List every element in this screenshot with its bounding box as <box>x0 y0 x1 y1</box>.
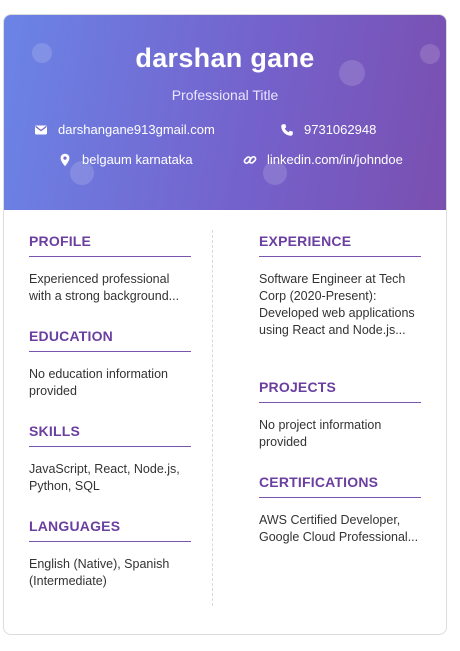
column-divider <box>212 230 213 606</box>
resume-card: darshan gane Professional Title darshang… <box>3 14 447 635</box>
link-icon <box>243 153 257 167</box>
section-text-experience: Software Engineer at Tech Corp (2020-Pre… <box>259 272 415 337</box>
linkedin-text: linkedin.com/in/johndoe <box>267 152 403 167</box>
location-text: belgaum karnataka <box>82 152 193 167</box>
resume-header: darshan gane Professional Title darshang… <box>4 15 446 210</box>
section-text-education: No education information provided <box>29 367 168 398</box>
candidate-name: darshan gane <box>135 43 315 73</box>
phone-icon <box>280 123 294 137</box>
professional-title: Professional Title <box>171 87 279 103</box>
section-text-projects: No project information provided <box>259 418 382 449</box>
section-heading-skills: SKILLS <box>29 423 191 447</box>
contact-phone[interactable]: 9731062948 <box>280 122 376 137</box>
section-text-languages: English (Native), Spanish (Intermediate) <box>29 557 170 588</box>
section-heading-languages: LANGUAGES <box>29 518 191 542</box>
section-heading-experience: EXPERIENCE <box>259 233 421 257</box>
section-heading-profile: PROFILE <box>29 233 191 257</box>
contact-location: belgaum karnataka <box>58 152 193 167</box>
contact-linkedin[interactable]: linkedin.com/in/johndoe <box>243 152 403 167</box>
map-pin-icon <box>58 153 72 167</box>
phone-text: 9731062948 <box>304 122 377 137</box>
section-heading-certifications: CERTIFICATIONS <box>259 474 421 498</box>
contact-email[interactable]: darshangane913gmail.com <box>34 122 215 137</box>
section-text-skills: JavaScript, React, Node.js, Python, SQL <box>29 462 180 493</box>
email-text: darshangane913gmail.com <box>58 122 215 137</box>
section-text-profile: Experienced professional with a strong b… <box>29 272 180 303</box>
envelope-icon <box>34 123 48 137</box>
section-text-certifications: AWS Certified Developer, Google Cloud Pr… <box>259 513 419 544</box>
section-heading-projects: PROJECTS <box>259 379 421 403</box>
resume-body: PROFILE Experienced professional with a … <box>4 210 446 634</box>
section-heading-education: EDUCATION <box>29 328 191 352</box>
